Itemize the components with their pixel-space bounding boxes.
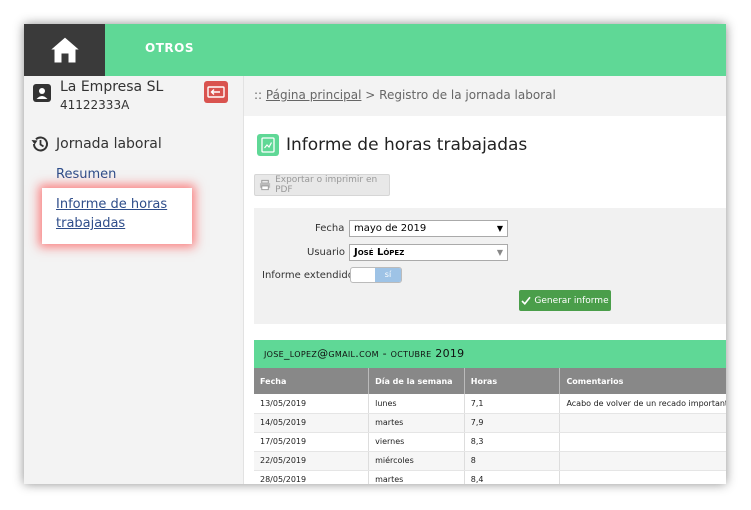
cell-dia: lunes	[368, 394, 465, 414]
table-row: 14/05/2019 martes 7,9	[254, 413, 726, 433]
main-panel: Informe de horas trabajadas Exportar o i…	[244, 116, 726, 484]
chevron-down-icon: ▼	[496, 224, 503, 233]
table-header-row: Fecha Día de la semana Horas Comentarios	[254, 368, 726, 394]
generate-report-button[interactable]: Generar informe	[519, 290, 611, 311]
section-title-label: Jornada laboral	[56, 136, 162, 152]
extendido-label: Informe extendido	[262, 270, 354, 281]
cell-fecha: 14/05/2019	[254, 413, 370, 433]
chevron-down-icon: ▼	[496, 248, 503, 257]
cell-comentarios	[559, 451, 726, 471]
breadcrumb-separator: >	[365, 88, 376, 102]
table-row: 17/05/2019 viernes 8,3	[254, 432, 726, 452]
nav-otros[interactable]: OTROS	[145, 41, 194, 55]
fecha-select[interactable]: mayo de 2019 ▼	[349, 220, 508, 237]
extendido-toggle[interactable]: sí	[350, 267, 402, 283]
export-pdf-label: Exportar o imprimir en PDF	[275, 175, 378, 195]
cell-comentarios	[559, 432, 726, 452]
company-id: 41122333A	[60, 98, 130, 112]
logout-button[interactable]	[204, 81, 228, 103]
page-title: Informe de horas trabajadas	[286, 135, 528, 155]
filters-panel: Fecha mayo de 2019 ▼ Usuario José López …	[254, 208, 726, 324]
section-title: Jornada laboral	[30, 134, 162, 154]
export-pdf-button[interactable]: Exportar o imprimir en PDF	[254, 174, 390, 196]
usuario-select-value: José López	[354, 247, 405, 258]
company-name: La Empresa SL	[60, 79, 164, 95]
cell-horas: 7,1	[464, 394, 561, 414]
home-icon	[48, 36, 81, 64]
table-row: 28/05/2019 martes 8,4	[254, 470, 726, 484]
report-icon	[257, 134, 279, 156]
table-row: 22/05/2019 miércoles 8	[254, 451, 726, 471]
breadcrumb-current: Registro de la jornada laboral	[379, 88, 556, 102]
cell-comentarios: Acabo de volver de un recado importante	[559, 394, 726, 414]
column-header-comentarios: Comentarios	[559, 368, 726, 394]
breadcrumb: :: Página principal > Registro de la jor…	[254, 88, 556, 102]
cell-comentarios	[559, 470, 726, 484]
report-table: Fecha Día de la semana Horas Comentarios…	[254, 368, 726, 484]
cell-dia: martes	[368, 413, 465, 433]
cell-horas: 7,9	[464, 413, 561, 433]
cell-dia: viernes	[368, 432, 465, 452]
sidebar: La Empresa SL 41122333A Jornada laboral …	[24, 76, 244, 484]
home-button[interactable]	[24, 24, 105, 76]
usuario-label: Usuario	[307, 247, 346, 258]
report-header: jose_lopez@gmail.com - octubre 2019	[254, 340, 726, 368]
cell-comentarios	[559, 413, 726, 433]
usuario-select[interactable]: José López ▼	[349, 244, 508, 261]
cell-fecha: 17/05/2019	[254, 432, 370, 452]
column-header-fecha: Fecha	[254, 368, 370, 394]
top-bar: OTROS	[24, 24, 726, 76]
logout-icon	[207, 86, 225, 98]
generate-report-label: Generar informe	[534, 295, 609, 306]
sidebar-item-informe-highlight: Informe de horas trabajadas	[42, 188, 192, 244]
company-contact-icon	[33, 84, 51, 102]
cell-horas: 8	[464, 451, 561, 471]
fecha-select-value: mayo de 2019	[354, 223, 427, 234]
check-icon	[521, 296, 531, 305]
cell-horas: 8,3	[464, 432, 561, 452]
print-icon	[259, 179, 271, 191]
cell-fecha: 28/05/2019	[254, 470, 370, 484]
cell-dia: miércoles	[368, 451, 465, 471]
cell-dia: martes	[368, 470, 465, 484]
cell-fecha: 13/05/2019	[254, 394, 370, 414]
column-header-horas: Horas	[464, 368, 561, 394]
cell-fecha: 22/05/2019	[254, 451, 370, 471]
sidebar-item-informe[interactable]: Informe de horas trabajadas	[56, 195, 186, 233]
breadcrumb-prefix: ::	[254, 88, 263, 102]
toggle-on-label: sí	[375, 268, 401, 282]
cell-horas: 8,4	[464, 470, 561, 484]
table-row: 13/05/2019 lunes 7,1 Acabo de volver de …	[254, 394, 726, 414]
sidebar-item-resumen[interactable]: Resumen	[56, 167, 116, 182]
breadcrumb-home-link[interactable]: Página principal	[266, 88, 362, 102]
history-icon	[31, 136, 48, 152]
fecha-label: Fecha	[315, 223, 345, 234]
app-window: OTROS La Empresa SL 41122333A Jornada la…	[24, 24, 726, 484]
column-header-dia: Día de la semana	[368, 368, 465, 394]
